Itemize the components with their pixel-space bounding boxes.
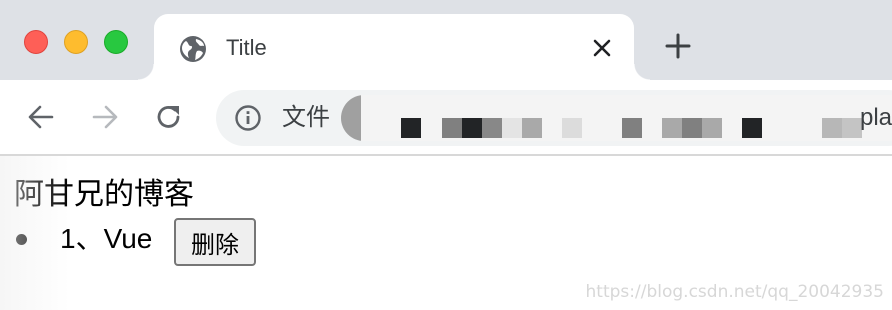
tab-strip: Title	[0, 0, 892, 80]
forward-arrow-icon[interactable]	[90, 102, 120, 132]
window-minimize-button[interactable]	[64, 30, 88, 54]
page-title: 阿甘兄的博客	[14, 178, 194, 211]
window-close-button[interactable]	[24, 30, 48, 54]
tab-title: Title	[226, 35, 267, 60]
bullet-icon	[16, 234, 27, 245]
address-bar[interactable]: 文件 pla	[216, 90, 892, 146]
list-item-label: 1、Vue	[60, 223, 153, 254]
security-label: 文件	[282, 104, 330, 131]
close-icon[interactable]	[590, 36, 614, 60]
watermark: https://blog.csdn.net/qq_20042935	[585, 282, 884, 302]
redacted-url	[341, 90, 892, 146]
browser-toolbar: 文件 pla	[0, 80, 892, 156]
delete-button[interactable]: 删除	[174, 218, 256, 266]
url-text: pla	[860, 104, 892, 131]
globe-icon	[180, 36, 206, 62]
new-tab-icon[interactable]	[664, 32, 692, 60]
info-icon[interactable]	[234, 104, 262, 132]
window-zoom-button[interactable]	[104, 30, 128, 54]
page-content: 阿甘兄的博客 1、Vue 删除 https://blog.csdn.net/qq…	[0, 156, 892, 310]
back-arrow-icon[interactable]	[26, 102, 56, 132]
browser-tab[interactable]: Title	[138, 14, 650, 80]
reload-icon[interactable]	[154, 102, 184, 132]
